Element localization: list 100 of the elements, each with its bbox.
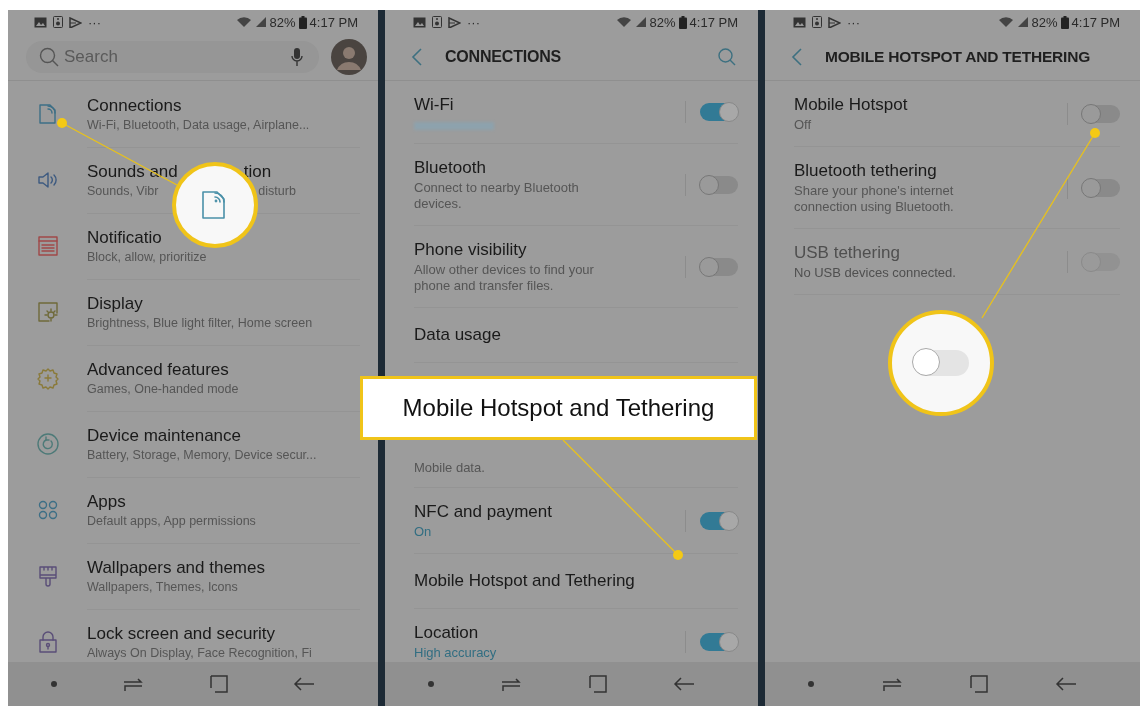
screen-title: MOBILE HOTSPOT AND TETHERING: [825, 48, 1092, 66]
signal-icon: [254, 16, 267, 28]
battery-icon: [678, 15, 687, 29]
search-icon: [39, 47, 59, 67]
settings-item[interactable]: Advanced features Games, One-handed mode: [8, 345, 360, 411]
item-subtitle: Connect to nearby Bluetooth devices.: [414, 180, 580, 212]
callout-label: Mobile Hotspot and Tethering: [360, 376, 757, 440]
settings-item[interactable]: Phone visibility Allow other devices to find your phone and transfer files.: [414, 226, 738, 308]
item-subtitle: Games, One-handed mode: [87, 380, 239, 397]
settings-item[interactable]: Apps Default apps, App permissions: [8, 477, 360, 543]
settings-item[interactable]: Wi-Fi: [414, 81, 738, 144]
clock-time: 4:17 PM: [1071, 14, 1120, 30]
signal-icon: [1016, 16, 1029, 28]
image-icon: [793, 16, 806, 28]
settings-item[interactable]: Device maintenance Battery, Storage, Memory, Device secur...: [8, 411, 360, 477]
item-subtitle: On: [414, 524, 433, 540]
toggle-switch[interactable]: [700, 103, 738, 121]
item-subtitle: Default apps, App permissions: [87, 512, 256, 529]
back-chevron-icon[interactable]: [791, 48, 803, 66]
dot-icon[interactable]: [428, 681, 435, 687]
settings-item[interactable]: Wallpapers and themes Wallpapers, Themes, Icons: [8, 543, 360, 609]
item-subtitle: Wi-Fi, Bluetooth, Data usage, Airplane...: [87, 116, 310, 133]
item-title: Bluetooth: [414, 157, 487, 179]
search-field[interactable]: Search: [26, 41, 319, 73]
callout-dot: [1090, 128, 1100, 138]
home-square-icon[interactable]: [588, 675, 607, 693]
sun-frame-icon: [35, 300, 60, 324]
signal-icon: [634, 16, 647, 28]
clock-time: 4:17 PM: [689, 14, 738, 30]
settings-item[interactable]: Data usage: [414, 308, 738, 363]
notification-more-text: ···: [847, 14, 860, 30]
clock-time: 4:17 PM: [309, 14, 358, 30]
notification-more-text: ···: [467, 14, 480, 30]
microphone-icon[interactable]: [291, 47, 303, 67]
recent-apps-icon[interactable]: [500, 675, 523, 693]
item-subtitle: No USB devices connected.: [794, 265, 957, 281]
back-arrow-icon[interactable]: [1054, 676, 1077, 692]
notification-more-text: ···: [88, 14, 101, 30]
item-subtitle: Wallpapers, Themes, Icons: [87, 578, 238, 595]
item-subtitle: Mobile data.: [414, 459, 486, 476]
item-subtitle: Brightness, Blue light filter, Home screen: [87, 314, 313, 331]
recent-apps-icon[interactable]: [881, 675, 904, 693]
battery-icon: [1060, 15, 1069, 29]
item-subtitle: High accuracy: [414, 645, 498, 661]
play-arrow-icon: [69, 16, 82, 28]
toggle-switch[interactable]: [700, 632, 738, 651]
back-chevron-icon[interactable]: [411, 48, 423, 66]
dot-icon[interactable]: [50, 681, 57, 687]
dot-icon[interactable]: [808, 681, 815, 687]
battery-percent: 82%: [649, 14, 676, 30]
toggle-switch[interactable]: [700, 175, 738, 194]
item-subtitle: Share your phone's internet connection using Bluetooth.: [794, 183, 955, 215]
settings-item[interactable]: NFC and payment On: [414, 488, 738, 554]
avatar-silhouette-icon[interactable]: [331, 39, 367, 75]
settings-item[interactable]: Display Brightness, Blue light filter, Home screen: [8, 279, 360, 345]
settings-item[interactable]: Mobile Hotspot Off: [794, 81, 1120, 147]
home-square-icon[interactable]: [209, 675, 228, 693]
toggle-switch[interactable]: [1082, 178, 1120, 197]
item-subtitle: Allow other devices to find your phone and transfer files.: [414, 262, 595, 294]
item-title: Display: [87, 292, 143, 315]
wifi-icon: [997, 16, 1014, 28]
battery-icon: [298, 15, 307, 29]
recent-apps-icon[interactable]: [122, 675, 145, 693]
item-title: tion: [243, 160, 272, 183]
settings-item[interactable]: Bluetooth Connect to nearby Bluetooth devices.: [414, 144, 738, 226]
battery-percent: 82%: [1031, 14, 1058, 30]
back-arrow-icon[interactable]: [672, 676, 695, 692]
item-subtitle: Sounds, Vibr: [87, 182, 159, 199]
item-title: Phone visibility: [414, 239, 528, 261]
battery-percent: 82%: [269, 14, 296, 30]
item-title: Mobile Hotspot and Tethering: [414, 570, 636, 592]
image-icon: [34, 16, 47, 28]
item-title: Connections: [87, 94, 182, 117]
item-title: Wi-Fi: [414, 94, 455, 116]
item-title: Bluetooth tethering: [794, 160, 938, 182]
item-subtitle: Block, allow, prioritize: [87, 248, 207, 265]
wifi-icon: [235, 16, 252, 28]
toggle-switch[interactable]: [700, 511, 738, 530]
item-subtitle: Battery, Storage, Memory, Device secur...: [87, 446, 317, 463]
item-title: Location: [414, 622, 480, 644]
wifi-icon: [615, 16, 632, 28]
search-icon[interactable]: [718, 48, 736, 66]
item-subtitle: Off: [794, 117, 813, 133]
settings-item[interactable]: Bluetooth tethering Share your phone's internet connection using Bluetooth.: [794, 147, 1120, 229]
toggle-switch[interactable]: [700, 257, 738, 276]
home-square-icon[interactable]: [969, 675, 988, 693]
item-title: Mobile Hotspot: [794, 94, 909, 116]
screen-title: CONNECTIONS: [445, 48, 563, 66]
item-title: NFC and payment: [414, 501, 553, 523]
callout-dot: [57, 118, 67, 128]
callout-dot: [673, 550, 683, 560]
item-title: Lock screen and security: [87, 622, 276, 645]
item-subtitle: disturb: [258, 182, 296, 199]
item-title: USB tethering: [794, 242, 901, 264]
back-arrow-icon[interactable]: [293, 676, 316, 692]
item-subtitle: Always On Display, Face Recognition, Fi: [87, 644, 312, 661]
item-title: Sounds and: [87, 160, 178, 183]
notification-list-icon: [35, 234, 60, 258]
play-arrow-icon: [828, 16, 841, 28]
toggle-switch[interactable]: [1082, 104, 1120, 123]
